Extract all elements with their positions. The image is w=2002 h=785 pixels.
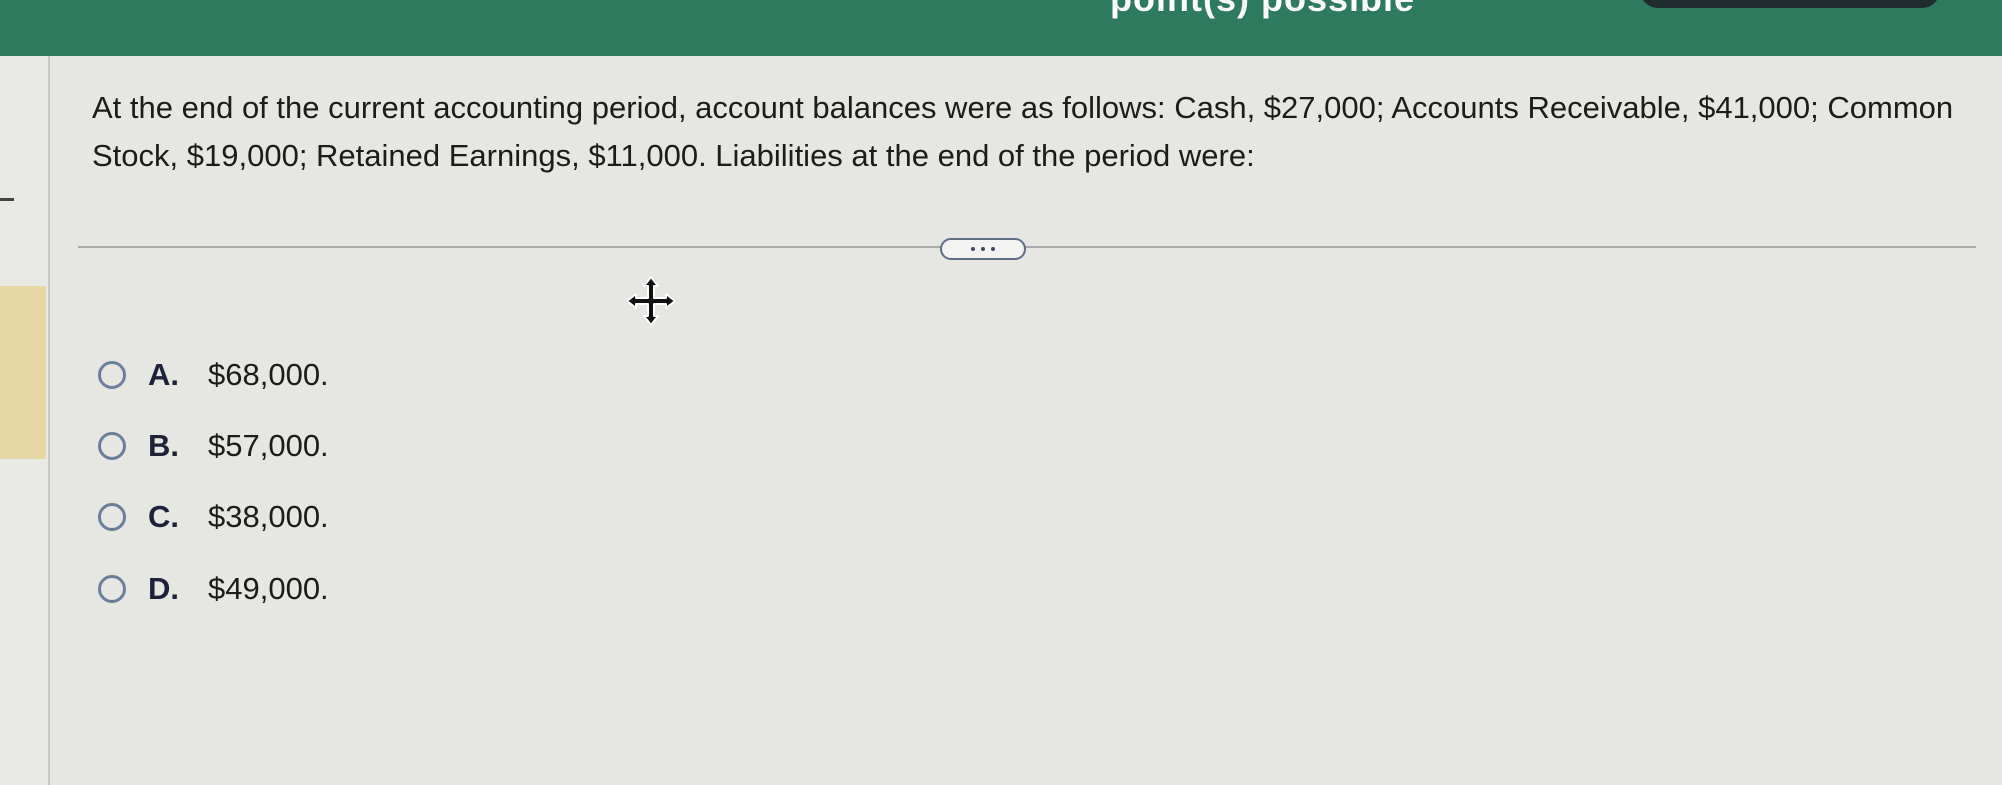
expand-more-button[interactable]	[940, 238, 1026, 260]
ellipsis-icon	[991, 247, 995, 251]
answer-option-a[interactable]: A. $68,000.	[98, 355, 329, 395]
radio-button[interactable]	[98, 575, 126, 603]
option-value: $49,000.	[208, 571, 329, 606]
header-bar: point(s) possible	[0, 0, 2002, 56]
option-letter: A.	[148, 357, 179, 392]
section-divider	[78, 246, 1976, 248]
left-side-panel	[0, 56, 50, 785]
radio-button[interactable]	[98, 503, 126, 531]
answer-option-c[interactable]: C. $38,000.	[98, 497, 329, 537]
option-value: $38,000.	[208, 499, 329, 534]
option-value: $57,000.	[208, 428, 329, 463]
points-possible-label: point(s) possible	[1110, 0, 1415, 20]
option-letter: D.	[148, 571, 179, 606]
side-highlight	[0, 286, 46, 459]
header-action-button[interactable]	[1640, 0, 1940, 8]
option-letter: C.	[148, 499, 179, 534]
ellipsis-icon	[971, 247, 975, 251]
collapse-dash-icon[interactable]	[0, 198, 14, 201]
radio-button[interactable]	[98, 361, 126, 389]
option-value: $68,000.	[208, 357, 329, 392]
ellipsis-icon	[981, 247, 985, 251]
answer-option-d[interactable]: D. $49,000.	[98, 569, 329, 609]
move-cursor-icon	[626, 276, 676, 326]
question-text: At the end of the current accounting per…	[92, 90, 1954, 173]
answer-option-b[interactable]: B. $57,000.	[98, 426, 329, 466]
option-letter: B.	[148, 428, 179, 463]
radio-button[interactable]	[98, 432, 126, 460]
